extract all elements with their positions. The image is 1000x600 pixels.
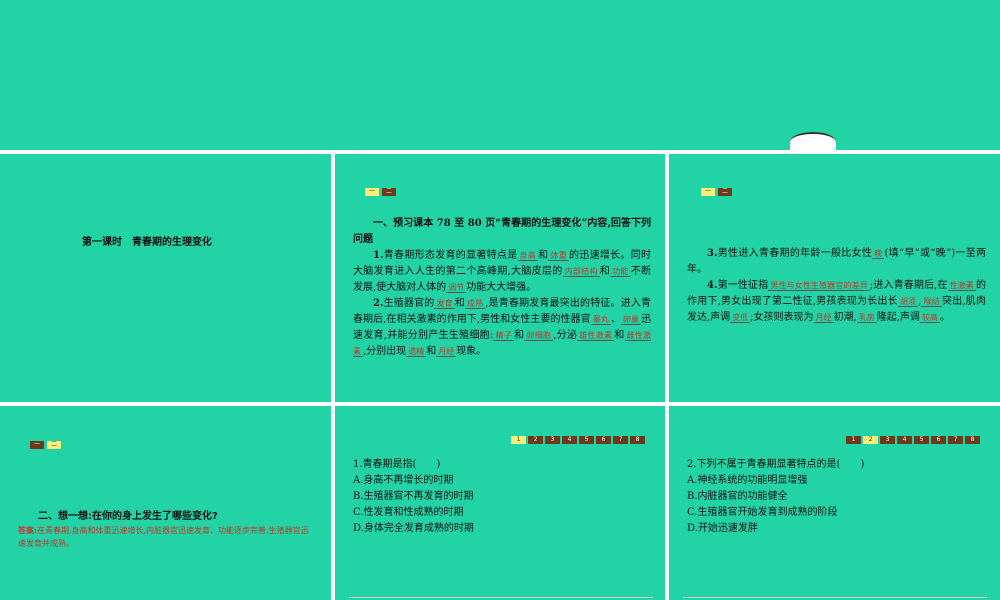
question-block: 2.下列不属于青春期显著特点的是( ) A.神经系统的功能明显增强 B.内脏器官… (687, 457, 986, 537)
answer-blank: 体重 (548, 251, 570, 261)
divider-line (349, 597, 653, 598)
question-block: 1.青春期是指( ) A.身高不再增长的时期 B.生殖器官不再发育的时期 C.性… (353, 457, 651, 537)
tab-section-one[interactable]: 一 (365, 188, 379, 196)
top-slide-band (0, 0, 1000, 150)
page-button-7[interactable]: 7 (613, 436, 628, 444)
page-button-6[interactable]: 6 (931, 436, 946, 444)
answer-blank: 卵巢 (620, 315, 642, 325)
answer-blank: 发育 (434, 299, 455, 309)
page-button-5[interactable]: 5 (914, 436, 929, 444)
question-paragraph-1: 1.青春期形态发育的显著特点是 身高和体重 的迅速增长。同时大脑发育进入人生的第二个… (353, 250, 652, 293)
option-c[interactable]: C.性发育和性成熟的时期 (353, 505, 651, 521)
slide-thumbnail-5[interactable]: 1 2 3 4 5 6 7 8 1.青春期是指( ) A.身高不再增长的时期 B… (335, 406, 665, 600)
tab-section-two[interactable]: 二 (382, 188, 396, 196)
page-button-1[interactable]: 1 (846, 436, 861, 444)
page-button-8[interactable]: 8 (630, 436, 645, 444)
lesson-title: 第一课时 青春期的生理变化 (82, 237, 212, 248)
option-a[interactable]: A.身高不再增长的时期 (353, 473, 651, 489)
option-a[interactable]: A.神经系统的功能明显增强 (687, 473, 986, 489)
tab-section-two[interactable]: 二 (718, 188, 732, 196)
answer-blank: 喉结 (921, 297, 943, 307)
slide-thumbnail-6[interactable]: 1 2 3 4 5 6 7 8 2.下列不属于青春期显著特点的是( ) A.神经… (669, 406, 1000, 600)
section-tabs: 一 二 (701, 188, 732, 196)
answer-blank: 雄性激素 (577, 331, 615, 341)
section-tabs: 一 二 (30, 441, 61, 449)
page-button-8[interactable]: 8 (965, 436, 980, 444)
answer-blank: 功能 (610, 267, 631, 277)
question-paragraph-3: 3.男性进入青春期的年龄一般比女性晚 (填“早”或“晚”)一至两年。 (687, 248, 986, 275)
answer-blank: 身高 (517, 251, 539, 261)
answer-blank: 内部结构 (562, 267, 600, 277)
option-b[interactable]: B.生殖器官不再发育的时期 (353, 489, 651, 505)
answer-blank: 月经 (813, 313, 834, 323)
answer-blank: 睾丸 (590, 315, 611, 325)
page-button-4[interactable]: 4 (562, 436, 577, 444)
answer-blank: 月经 (436, 347, 457, 357)
answer-text: 答案:在青春期,身高和体重迅速增长,内脏器官迅速发育、功能逐步完善,生殖器官迅速… (18, 525, 309, 548)
answer-blank: 变低 (730, 313, 751, 323)
page-button-4[interactable]: 4 (897, 436, 912, 444)
think-heading: 二、想一想:在你的身上发生了哪些变化? (38, 511, 218, 522)
page-button-6[interactable]: 6 (596, 436, 611, 444)
divider-line (683, 597, 987, 598)
page-button-7[interactable]: 7 (948, 436, 963, 444)
page-navigator: 1 2 3 4 5 6 7 8 (846, 436, 980, 444)
tab-section-two[interactable]: 二 (47, 441, 61, 449)
answer-blank: 胡须 (897, 297, 919, 307)
answer-blank: 卵细胞 (524, 331, 554, 341)
slide-thumbnail-1[interactable]: 第一课时 青春期的生理变化 (0, 154, 331, 402)
slide-thumbnail-3[interactable]: 一 二 3.男性进入青春期的年龄一般比女性晚 (填“早”或“晚”)一至两年。 4.… (669, 154, 1000, 402)
option-d[interactable]: D.开始迅速发胖 (687, 521, 986, 537)
page-button-3[interactable]: 3 (880, 436, 895, 444)
answer-blank: 性激素 (947, 281, 976, 291)
page-navigator: 1 2 3 4 5 6 7 8 (511, 436, 645, 444)
preview-questions-cont: 3.男性进入青春期的年龄一般比女性晚 (填“早”或“晚”)一至两年。 4.第一性征… (687, 246, 986, 326)
section-tabs: 一 二 (365, 188, 396, 196)
answer-blank: 成熟 (464, 299, 486, 309)
page-button-1[interactable]: 1 (511, 436, 526, 444)
preview-questions: 一、预习课本 78 至 80 页“青春期的生理变化”内容,回答下列问题 1.青春… (353, 216, 652, 360)
question-text: 2.下列不属于青春期显著特点的是( ) (687, 459, 865, 470)
answer-blank: 晚 (872, 249, 885, 259)
answer-blank: 乳房 (856, 313, 877, 323)
page-button-5[interactable]: 5 (579, 436, 594, 444)
page-button-2[interactable]: 2 (863, 436, 878, 444)
tab-section-one[interactable]: 一 (30, 441, 44, 449)
question-paragraph-4: 4.第一性征指 男性与女性生殖器官的差异 ;进入青春期后,在 性激素 的作用下,男女出现… (687, 280, 987, 323)
option-b[interactable]: B.内脏器官的功能健全 (687, 489, 986, 505)
page-button-2[interactable]: 2 (528, 436, 543, 444)
slide-thumbnail-2[interactable]: 一 二 一、预习课本 78 至 80 页“青春期的生理变化”内容,回答下列问题 … (335, 154, 665, 402)
question-text: 1.青春期是指( ) (353, 459, 441, 470)
answer-blank: 遗精 (406, 347, 427, 357)
section-heading: 一、预习课本 78 至 80 页“青春期的生理变化”内容,回答下列问题 (353, 218, 651, 245)
option-c[interactable]: C.生殖器官开始发育到成熟的阶段 (687, 505, 986, 521)
page-button-3[interactable]: 3 (545, 436, 560, 444)
tab-section-one[interactable]: 一 (701, 188, 715, 196)
option-d[interactable]: D.身体完全发育成熟的时期 (353, 521, 651, 537)
question-paragraph-2: 2.生殖器官的 发育和成熟 ,是青春期发育最突出的特征。进入青春期后,在相关激素的作… (353, 298, 652, 357)
answer-blank: 调节 (446, 283, 467, 293)
cloud-decoration-icon (790, 132, 836, 152)
slide-thumbnail-4[interactable]: 一 二 二、想一想:在你的身上发生了哪些变化? 答案:在青春期,身高和体重迅速增… (0, 406, 331, 600)
answer-blank: 男性与女性生殖器官的差异 (768, 281, 870, 291)
answer-blank: 精子 (493, 331, 515, 341)
answer-blank: 较高 (919, 313, 940, 323)
